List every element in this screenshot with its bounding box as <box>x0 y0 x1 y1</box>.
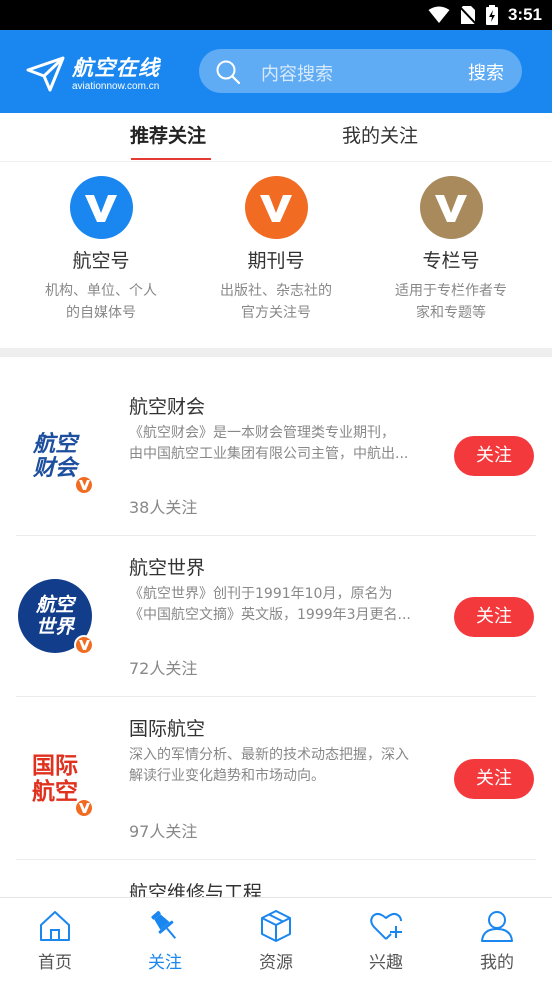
nav-label: 我的 <box>480 953 514 973</box>
nav-label: 关注 <box>148 953 182 973</box>
item-desc-line: 解读行业变化趋势和市场动向。 <box>129 768 325 784</box>
box-icon <box>261 910 291 942</box>
item-description: 《航空财会》是一本财会管理类专业期刊， 由中国航空工业集团有限公司主管，中航出.… <box>129 423 434 465</box>
nav-home[interactable]: 首页 <box>0 908 110 973</box>
list-item[interactable]: 国际 航空 国际航空 深入的军情分析、最新的技术动态把握，深入 解读行业变化趋势… <box>16 697 536 860</box>
paper-plane-icon <box>26 56 65 92</box>
heart-plus-icon <box>370 912 402 940</box>
status-time: 3:51 <box>507 5 542 24</box>
battery-icon <box>485 5 498 25</box>
category-title: 期刊号 <box>247 250 305 272</box>
category-desc-line: 出版社、杂志社的 <box>220 283 332 299</box>
home-icon <box>40 911 70 941</box>
list-item[interactable]: 航空 财会 航空财会 《航空财会》是一本财会管理类专业期刊， 由中国航空工业集团… <box>16 375 536 536</box>
category-desc: 适用于专栏作者专 家和专题等 <box>376 280 526 324</box>
account-categories: 航空号 机构、单位、个人 的自媒体号 期刊号 出版社、杂志社的 官方关注号 专栏… <box>0 162 552 348</box>
logo-text: 航空在线 aviationnow.com.cn <box>72 56 160 93</box>
app-header: 航空在线 aviationnow.com.cn 内容搜索 搜索 <box>0 30 552 113</box>
category-desc-line: 家和专题等 <box>416 305 486 321</box>
list-item[interactable]: 航空维修与工程 <box>16 860 536 897</box>
category-desc-line: 官方关注号 <box>241 305 311 321</box>
search-input[interactable]: 内容搜索 <box>261 60 333 86</box>
v-badge-icon <box>69 176 133 239</box>
app-logo[interactable]: 航空在线 aviationnow.com.cn <box>26 54 160 94</box>
logo-line: 航空 <box>35 594 74 616</box>
follow-tabs: 推荐关注 我的关注 <box>0 113 552 162</box>
nav-follow[interactable]: 关注 <box>110 908 220 973</box>
item-title: 航空维修与工程 <box>129 882 263 897</box>
category-aviation-account[interactable]: 航空号 机构、单位、个人 的自媒体号 <box>26 176 176 324</box>
pin-icon <box>151 910 177 939</box>
item-description: 《航空世界》创刊于1991年10月，原名为 《中国航空文摘》英文版，1999年3… <box>129 584 434 626</box>
search-icon <box>216 60 241 85</box>
item-desc-line: 《航空世界》创刊于1991年10月，原名为 <box>129 586 393 602</box>
follow-button[interactable]: 关注 <box>454 436 534 476</box>
category-desc: 机构、单位、个人 的自媒体号 <box>26 280 176 324</box>
recommended-list: 航空 财会 航空财会 《航空财会》是一本财会管理类专业期刊， 由中国航空工业集团… <box>0 357 552 897</box>
user-icon <box>481 911 513 942</box>
item-description: 深入的军情分析、最新的技术动态把握，深入 解读行业变化趋势和市场动向。 <box>129 745 434 787</box>
active-tab-indicator <box>131 158 211 160</box>
category-desc: 出版社、杂志社的 官方关注号 <box>201 280 351 324</box>
tab-recommended[interactable]: 推荐关注 <box>130 121 206 148</box>
search-bar[interactable]: 内容搜索 搜索 <box>199 49 522 93</box>
no-sim-icon <box>459 6 476 25</box>
logo-subtitle: aviationnow.com.cn <box>72 80 160 92</box>
nav-mine[interactable]: 我的 <box>442 908 552 973</box>
item-desc-line: 《中国航空文摘》英文版，1999年3月更名... <box>129 607 411 623</box>
verified-v-icon <box>74 475 94 495</box>
verified-v-icon <box>74 798 94 818</box>
status-bar: 3:51 <box>0 0 552 30</box>
logo-line: 航空 <box>32 779 78 805</box>
list-item[interactable]: 航空 世界 航空世界 《航空世界》创刊于1991年10月，原名为 《中国航空文摘… <box>16 536 536 697</box>
category-desc-line: 机构、单位、个人 <box>45 283 157 299</box>
avatar: 航空 世界 <box>18 579 94 655</box>
avatar: 航空 财会 <box>18 419 94 495</box>
logo-line: 财会 <box>32 455 77 481</box>
item-desc-line: 由中国航空工业集团有限公司主管，中航出... <box>129 446 409 462</box>
logo-line: 国际 <box>32 753 78 779</box>
follower-count: 38人关注 <box>129 498 198 517</box>
bottom-navigation: 首页 关注 资源 兴趣 我的 <box>0 897 552 983</box>
category-column-account[interactable]: 专栏号 适用于专栏作者专 家和专题等 <box>376 176 526 324</box>
nav-resources[interactable]: 资源 <box>221 908 331 973</box>
nav-label: 首页 <box>38 953 72 973</box>
tab-my-follows[interactable]: 我的关注 <box>342 121 418 148</box>
logo-line: 世界 <box>35 616 74 638</box>
category-desc-line: 的自媒体号 <box>66 305 136 321</box>
v-badge-icon <box>244 176 308 239</box>
status-icons: 3:51 <box>428 4 542 26</box>
item-desc-line: 深入的军情分析、最新的技术动态把握，深入 <box>129 747 409 763</box>
follower-count: 97人关注 <box>129 822 198 841</box>
category-journal-account[interactable]: 期刊号 出版社、杂志社的 官方关注号 <box>201 176 351 324</box>
logo-line: 航空 <box>32 431 77 457</box>
verified-v-icon <box>74 635 94 655</box>
category-title: 专栏号 <box>422 250 480 272</box>
nav-interests[interactable]: 兴趣 <box>331 908 441 973</box>
logo-title: 航空在线 <box>72 55 160 80</box>
category-desc-line: 适用于专栏作者专 <box>395 283 507 299</box>
nav-label: 兴趣 <box>369 953 403 973</box>
follow-button[interactable]: 关注 <box>454 759 534 799</box>
section-divider <box>0 348 552 357</box>
item-title: 航空世界 <box>129 557 206 579</box>
search-button[interactable]: 搜索 <box>468 59 504 85</box>
follow-button[interactable]: 关注 <box>454 597 534 637</box>
item-title: 国际航空 <box>129 718 206 740</box>
wifi-icon <box>428 6 450 23</box>
nav-label: 资源 <box>259 953 293 973</box>
item-title: 航空财会 <box>129 396 206 418</box>
avatar: 国际 航空 <box>18 742 94 818</box>
v-badge-icon <box>419 176 483 239</box>
category-title: 航空号 <box>72 250 130 272</box>
item-desc-line: 《航空财会》是一本财会管理类专业期刊， <box>129 425 395 441</box>
follower-count: 72人关注 <box>129 659 198 678</box>
